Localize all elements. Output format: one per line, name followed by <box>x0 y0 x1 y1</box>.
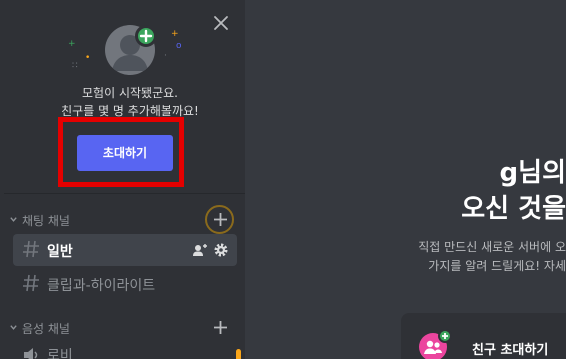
welcome-line-1: 모험이 시작됐군요. <box>82 86 178 100</box>
headline-line-1: g님의 <box>499 158 566 188</box>
channel-label: 로비 <box>47 348 73 359</box>
add-friend-badge <box>135 25 157 47</box>
sparkle-icon: + <box>171 29 179 39</box>
sparkle-icon: + <box>68 39 76 49</box>
welcome-headline: g님의 오신 것을 <box>461 155 566 227</box>
channel-clips-highlights[interactable]: 클립과-하이라이트 <box>13 268 237 300</box>
chevron-down-icon <box>10 217 17 222</box>
invite-friends-card[interactable]: 친구 초대하기 <box>401 313 566 359</box>
plus-icon <box>214 213 227 226</box>
sparkle-icon: • <box>85 53 91 63</box>
main-content: g님의 오신 것을 직접 만드신 새로운 서버에 오 가지를 알려 드릴게요! … <box>245 0 566 359</box>
welcome-subtext: 직접 만드신 새로운 서버에 오 가지를 알려 드릴게요! 자세 <box>418 238 566 276</box>
speaker-icon <box>24 348 38 359</box>
scrollbar-thumb[interactable] <box>236 349 241 359</box>
divider <box>4 193 245 194</box>
avatar <box>105 25 159 79</box>
welcome-text: 모험이 시작됐군요. 친구를 몇 명 추가해볼까요! <box>30 84 230 120</box>
sparkle-icon: o <box>176 41 182 51</box>
subtext-line-1: 직접 만드신 새로운 서버에 오 <box>418 240 566 254</box>
category-label: 음성 채널 <box>22 322 70 336</box>
channel-general[interactable]: 일반 <box>13 234 237 266</box>
sparkle-icon: · <box>164 51 167 61</box>
plus-icon <box>139 29 153 43</box>
plus-icon <box>214 321 227 334</box>
headline-line-2: 오신 것을 <box>461 194 566 224</box>
channel-label: 일반 <box>47 244 73 260</box>
channel-sidebar: + • ∷ + o · 모험이 시작됐군요. 친구를 몇 명 추가해볼까요! 초… <box>0 0 245 359</box>
chevron-down-icon <box>10 325 17 330</box>
create-invite-icon[interactable] <box>192 242 208 258</box>
invite-friends-label: 친구 초대하기 <box>472 343 549 358</box>
create-channel-button[interactable] <box>213 212 228 227</box>
subtext-line-2: 가지를 알려 드릴게요! 자세 <box>428 259 566 273</box>
channel-label: 클립과-하이라이트 <box>47 278 156 294</box>
hashtag-icon <box>21 239 41 259</box>
create-voice-channel-button[interactable] <box>213 320 228 335</box>
category-label: 채팅 채널 <box>22 214 70 228</box>
sparkle-icon: ∷ <box>72 61 78 71</box>
close-icon <box>214 16 228 30</box>
category-voice-channels[interactable]: 음성 채널 <box>0 319 245 337</box>
channel-lobby[interactable]: 로비 <box>13 345 237 359</box>
gear-icon[interactable] <box>213 242 229 258</box>
hashtag-icon <box>21 273 41 293</box>
close-onboarding-button[interactable] <box>211 13 231 33</box>
invite-button[interactable]: 초대하기 <box>77 135 173 171</box>
invite-friends-icon <box>419 329 452 359</box>
